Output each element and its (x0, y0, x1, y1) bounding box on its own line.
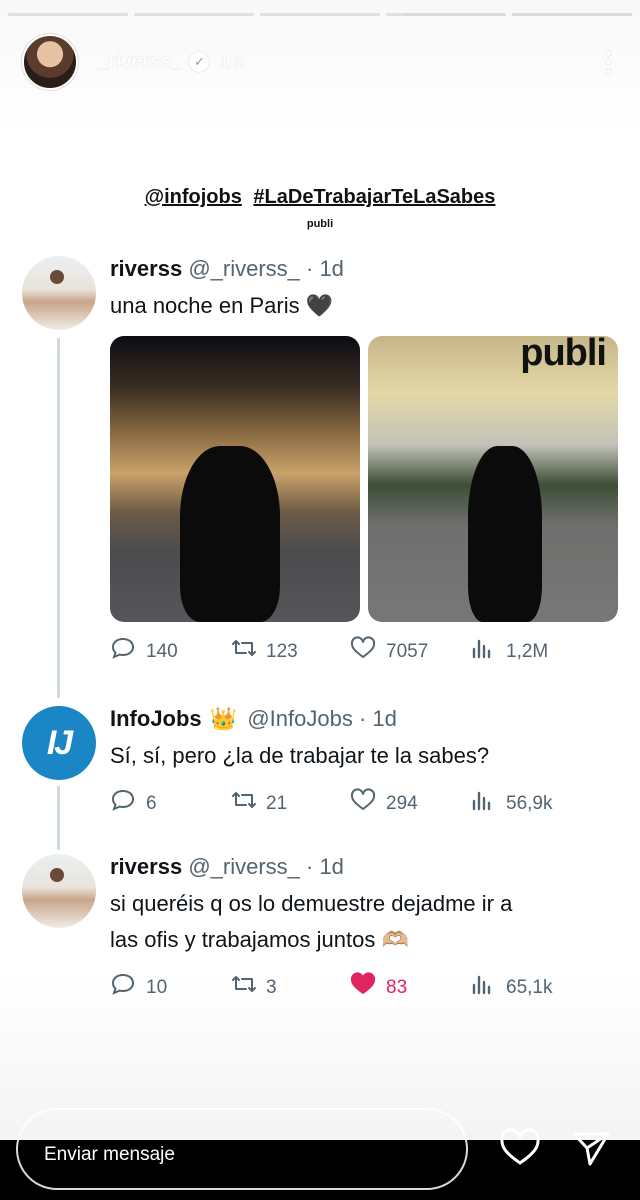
publi-overlay: publi (520, 336, 607, 374)
handle-time: @InfoJobs · 1d (247, 706, 397, 731)
retweet-count: 21 (266, 792, 288, 814)
like-count: 7057 (386, 640, 429, 662)
tweet-text: una noche en Paris 🖤 (110, 293, 334, 318)
heart-icon (350, 788, 378, 819)
heart-icon (500, 1128, 540, 1165)
tweet-photo[interactable] (110, 336, 360, 622)
progress-segment (512, 13, 632, 16)
mention-link[interactable]: @infojobs (145, 186, 242, 208)
like-story-button[interactable] (498, 1126, 542, 1170)
story-header: _riverss_ ✓ 1 h (22, 34, 618, 90)
handle-time: @_riverss_ · 1d (188, 256, 344, 281)
message-input[interactable]: Enviar mensaje (16, 1108, 468, 1190)
reply-count: 6 (146, 792, 157, 814)
avatar[interactable] (22, 256, 96, 330)
views-button[interactable]: 1,2M (470, 636, 590, 667)
display-name[interactable]: riverss (110, 854, 182, 879)
retweet-icon (230, 972, 258, 1003)
reply-button[interactable]: 140 (110, 636, 230, 667)
send-icon (572, 1132, 610, 1166)
retweet-count: 3 (266, 976, 277, 998)
photo-figure (468, 446, 542, 622)
like-count: 294 (386, 792, 418, 814)
story-avatar[interactable] (22, 34, 78, 90)
tweet-text-line: las ofis y trabajamos juntos 🫶🏼 (110, 927, 409, 952)
reply-count: 10 (146, 976, 168, 998)
like-count: 83 (386, 976, 408, 998)
avatar[interactable]: IJ (22, 706, 96, 780)
tweet-photo[interactable]: publi (368, 336, 618, 622)
display-name[interactable]: riverss (110, 256, 182, 281)
tweet[interactable]: riverss @_riverss_ · 1d una noche en Par… (22, 256, 622, 667)
like-button[interactable]: 7057 (350, 636, 470, 667)
tweet-actions: 6 21 294 56,9k (110, 788, 622, 819)
caption-subtitle: publi (306, 218, 334, 230)
story-time: 1 h (219, 51, 245, 72)
tweet-header: riverss @_riverss_ · 1d (110, 256, 622, 282)
heart-icon (350, 636, 378, 667)
reply-button[interactable]: 6 (110, 788, 230, 819)
views-icon (470, 972, 498, 1003)
retweet-icon (230, 636, 258, 667)
crown-icon: 👑 (209, 706, 238, 731)
retweet-button[interactable]: 3 (230, 972, 350, 1003)
story-progress (8, 13, 632, 16)
views-count: 65,1k (506, 976, 553, 998)
tweet-actions: 10 3 83 65,1k (110, 972, 622, 1003)
avatar[interactable] (22, 854, 96, 928)
views-button[interactable]: 65,1k (470, 972, 590, 1003)
tweet-header: InfoJobs 👑 @InfoJobs · 1d (110, 706, 622, 732)
progress-segment (134, 13, 254, 16)
retweet-button[interactable]: 123 (230, 636, 350, 667)
views-icon (470, 788, 498, 819)
hashtag-link[interactable]: #LaDeTrabajarTeLaSabes (253, 186, 495, 208)
display-name[interactable]: InfoJobs (110, 706, 202, 731)
handle-time: @_riverss_ · 1d (188, 854, 344, 879)
tweet[interactable]: IJ InfoJobs 👑 @InfoJobs · 1d Sí, sí, per… (22, 706, 622, 819)
message-placeholder: Enviar mensaje (44, 1144, 175, 1165)
reply-icon (110, 636, 138, 667)
views-count: 1,2M (506, 640, 549, 662)
tweet-actions: 140 123 7057 1,2M (110, 636, 622, 667)
like-button[interactable]: 294 (350, 788, 470, 819)
share-button[interactable] (568, 1126, 612, 1170)
views-icon (470, 636, 498, 667)
tweet-header: riverss @_riverss_ · 1d (110, 854, 622, 880)
progress-segment (8, 13, 128, 16)
reply-icon (110, 972, 138, 1003)
tweet[interactable]: riverss @_riverss_ · 1d si queréis q os … (22, 854, 622, 1003)
story-reply-bar: Enviar mensaje (0, 1104, 640, 1200)
heart-filled-icon (350, 972, 378, 1003)
progress-segment (386, 13, 506, 16)
story-caption: @infojobs #LaDeTrabajarTeLaSabes (0, 186, 640, 209)
reply-count: 140 (146, 640, 178, 662)
tweet-text: Sí, sí, pero ¿la de trabajar te la sabes… (110, 743, 490, 768)
reply-button[interactable]: 10 (110, 972, 230, 1003)
verified-icon: ✓ (189, 52, 210, 72)
views-count: 56,9k (506, 792, 553, 814)
tweet-media[interactable]: publi (110, 336, 618, 622)
reply-icon (110, 788, 138, 819)
views-button[interactable]: 56,9k (470, 788, 590, 819)
tweet-text-line: si queréis q os lo demuestre dejadme ir … (110, 891, 513, 916)
retweet-count: 123 (266, 640, 298, 662)
photo-figure (180, 446, 280, 622)
story-frame: _riverss_ ✓ 1 h @infojobs #LaDeTrabajarT… (0, 0, 640, 1140)
more-options-button[interactable] (598, 44, 618, 80)
retweet-button[interactable]: 21 (230, 788, 350, 819)
retweet-icon (230, 788, 258, 819)
like-button[interactable]: 83 (350, 972, 470, 1003)
tweet-text: si queréis q os lo demuestre dejadme ir … (110, 886, 622, 958)
story-username[interactable]: _riverss_ (98, 51, 181, 73)
progress-segment (260, 13, 380, 16)
